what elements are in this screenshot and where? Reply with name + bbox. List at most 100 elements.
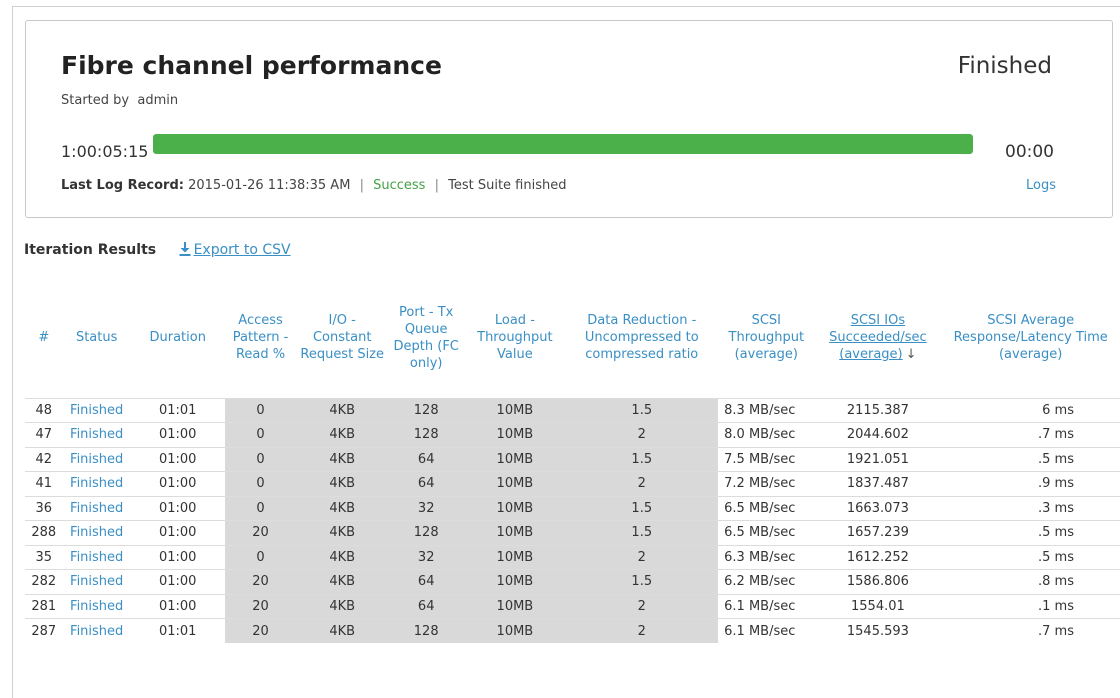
cell-duration: 01:00	[130, 471, 225, 496]
cell-duration: 01:00	[130, 569, 225, 594]
cell-queue-depth: 128	[388, 397, 465, 423]
cell-access-pattern: 0	[224, 422, 297, 447]
cell-duration: 01:00	[130, 495, 225, 521]
cell-request-size: 4KB	[296, 397, 389, 423]
cell-data-reduction: 2	[565, 422, 719, 447]
cell-scsi-throughput: 6.3 MB/sec	[718, 544, 815, 570]
cell-queue-depth: 32	[388, 495, 465, 521]
column-header-queue-depth[interactable]: Port - Tx Queue Depth (FC only)	[388, 278, 464, 398]
column-header-duration[interactable]: Duration	[131, 278, 225, 398]
export-csv-link[interactable]: Export to CSV	[179, 242, 291, 258]
cell-scsi-throughput: 8.0 MB/sec	[718, 422, 815, 447]
cell-request-size: 4KB	[296, 544, 389, 570]
cell-scsi-ios: 2115.387	[814, 397, 942, 423]
table-row[interactable]: 48 Finished 01:01 0 4KB 128 10MB 1.5 8.3 MB/sec 2…	[25, 397, 1120, 423]
started-by-label: Started by	[61, 93, 130, 108]
cell-request-size: 4KB	[296, 569, 389, 594]
cell-duration: 01:01	[130, 397, 225, 423]
column-header-data-reduction[interactable]: Data Reduction - Uncompressed to compres…	[565, 278, 718, 398]
log-timestamp: 2015-01-26 11:38:35 AM	[188, 178, 351, 193]
cell-index: 36	[25, 495, 63, 521]
logs-link[interactable]: Logs	[1026, 178, 1056, 193]
cell-index: 288	[25, 520, 63, 545]
cell-load-throughput: 10MB	[464, 569, 566, 594]
started-by: Started by admin	[61, 93, 178, 108]
column-header-index[interactable]: #	[25, 278, 63, 398]
cell-load-throughput: 10MB	[464, 593, 566, 619]
column-header-status[interactable]: Status	[63, 278, 131, 398]
iteration-results-table: # Status Duration Access Pattern - Read …	[25, 278, 1120, 643]
progress-bar-fill	[153, 134, 973, 154]
log-separator: |	[434, 178, 439, 193]
cell-scsi-ios: 1545.593	[814, 618, 942, 643]
cell-index: 287	[25, 618, 63, 643]
cell-duration: 01:00	[130, 446, 225, 472]
cell-index: 47	[25, 422, 63, 447]
table-row[interactable]: 35 Finished 01:00 0 4KB 32 10MB 2 6.3 MB/sec 1612…	[25, 544, 1120, 570]
cell-scsi-ios: 2044.602	[814, 422, 942, 447]
cell-duration: 01:00	[130, 593, 225, 619]
cell-data-reduction: 1.5	[565, 520, 719, 545]
cell-scsi-latency: .7 ms	[941, 422, 1120, 447]
cell-status[interactable]: Finished	[62, 569, 131, 594]
cell-scsi-throughput: 6.5 MB/sec	[718, 520, 815, 545]
cell-load-throughput: 10MB	[464, 520, 566, 545]
cell-queue-depth: 128	[388, 618, 465, 643]
column-header-access-pattern[interactable]: Access Pattern - Read %	[225, 278, 297, 398]
cell-data-reduction: 2	[565, 544, 719, 570]
cell-duration: 01:00	[130, 544, 225, 570]
cell-duration: 01:00	[130, 422, 225, 447]
cell-data-reduction: 2	[565, 471, 719, 496]
table-row[interactable]: 41 Finished 01:00 0 4KB 64 10MB 2 7.2 MB/sec 1837…	[25, 471, 1120, 496]
cell-data-reduction: 1.5	[565, 446, 719, 472]
cell-queue-depth: 32	[388, 544, 465, 570]
cell-scsi-throughput: 6.5 MB/sec	[718, 495, 815, 521]
log-label: Last Log Record:	[61, 178, 184, 193]
cell-status[interactable]: Finished	[62, 397, 131, 423]
column-header-request-size[interactable]: I/O - Constant Request Size	[296, 278, 388, 398]
cell-index: 282	[25, 569, 63, 594]
column-header-scsi-ios[interactable]: SCSI IOs Succeeded/sec (average) ↓	[814, 278, 941, 398]
cell-load-throughput: 10MB	[464, 397, 566, 423]
table-row[interactable]: 42 Finished 01:00 0 4KB 64 10MB 1.5 7.5 MB/sec 19…	[25, 446, 1120, 472]
table-row[interactable]: 287 Finished 01:01 20 4KB 128 10MB 2 6.1 MB/sec 1…	[25, 618, 1120, 643]
column-header-load-throughput[interactable]: Load - Throughput Value	[464, 278, 565, 398]
cell-status[interactable]: Finished	[62, 593, 131, 619]
cell-data-reduction: 2	[565, 618, 719, 643]
table-row[interactable]: 47 Finished 01:00 0 4KB 128 10MB 2 8.0 MB/sec 204…	[25, 422, 1120, 447]
cell-status[interactable]: Finished	[62, 446, 131, 472]
cell-status[interactable]: Finished	[62, 618, 131, 643]
cell-scsi-throughput: 8.3 MB/sec	[718, 397, 815, 423]
cell-status[interactable]: Finished	[62, 422, 131, 447]
cell-status[interactable]: Finished	[62, 495, 131, 521]
cell-status[interactable]: Finished	[62, 471, 131, 496]
cell-access-pattern: 20	[224, 593, 297, 619]
column-header-scsi-latency[interactable]: SCSI Average Response/Latency Time (aver…	[941, 278, 1120, 398]
elapsed-time: 1:00:05:15	[61, 142, 149, 161]
cell-request-size: 4KB	[296, 446, 389, 472]
cell-scsi-throughput: 6.2 MB/sec	[718, 569, 815, 594]
cell-queue-depth: 64	[388, 446, 465, 472]
cell-scsi-throughput: 6.1 MB/sec	[718, 593, 815, 619]
cell-request-size: 4KB	[296, 593, 389, 619]
cell-scsi-latency: .1 ms	[941, 593, 1120, 619]
table-row[interactable]: 281 Finished 01:00 20 4KB 64 10MB 2 6.1 MB/sec 15…	[25, 593, 1120, 619]
cell-index: 35	[25, 544, 63, 570]
table-row[interactable]: 288 Finished 01:00 20 4KB 128 10MB 1.5 6.5 MB/se…	[25, 520, 1120, 545]
cell-queue-depth: 128	[388, 520, 465, 545]
cell-scsi-latency: .5 ms	[941, 446, 1120, 472]
cell-index: 42	[25, 446, 63, 472]
cell-index: 41	[25, 471, 63, 496]
started-by-user: admin	[137, 93, 179, 108]
cell-scsi-latency: .5 ms	[941, 544, 1120, 570]
table-row[interactable]: 36 Finished 01:00 0 4KB 32 10MB 1.5 6.5 MB/sec 16…	[25, 495, 1120, 521]
cell-status[interactable]: Finished	[62, 544, 131, 570]
cell-load-throughput: 10MB	[464, 446, 566, 472]
column-header-scsi-throughput[interactable]: SCSI Throughput (average)	[718, 278, 814, 398]
table-row[interactable]: 282 Finished 01:00 20 4KB 64 10MB 1.5 6.2 MB/sec…	[25, 569, 1120, 594]
cell-request-size: 4KB	[296, 520, 389, 545]
cell-queue-depth: 64	[388, 471, 465, 496]
cell-status[interactable]: Finished	[62, 520, 131, 545]
cell-index: 281	[25, 593, 63, 619]
cell-scsi-latency: .5 ms	[941, 520, 1120, 545]
